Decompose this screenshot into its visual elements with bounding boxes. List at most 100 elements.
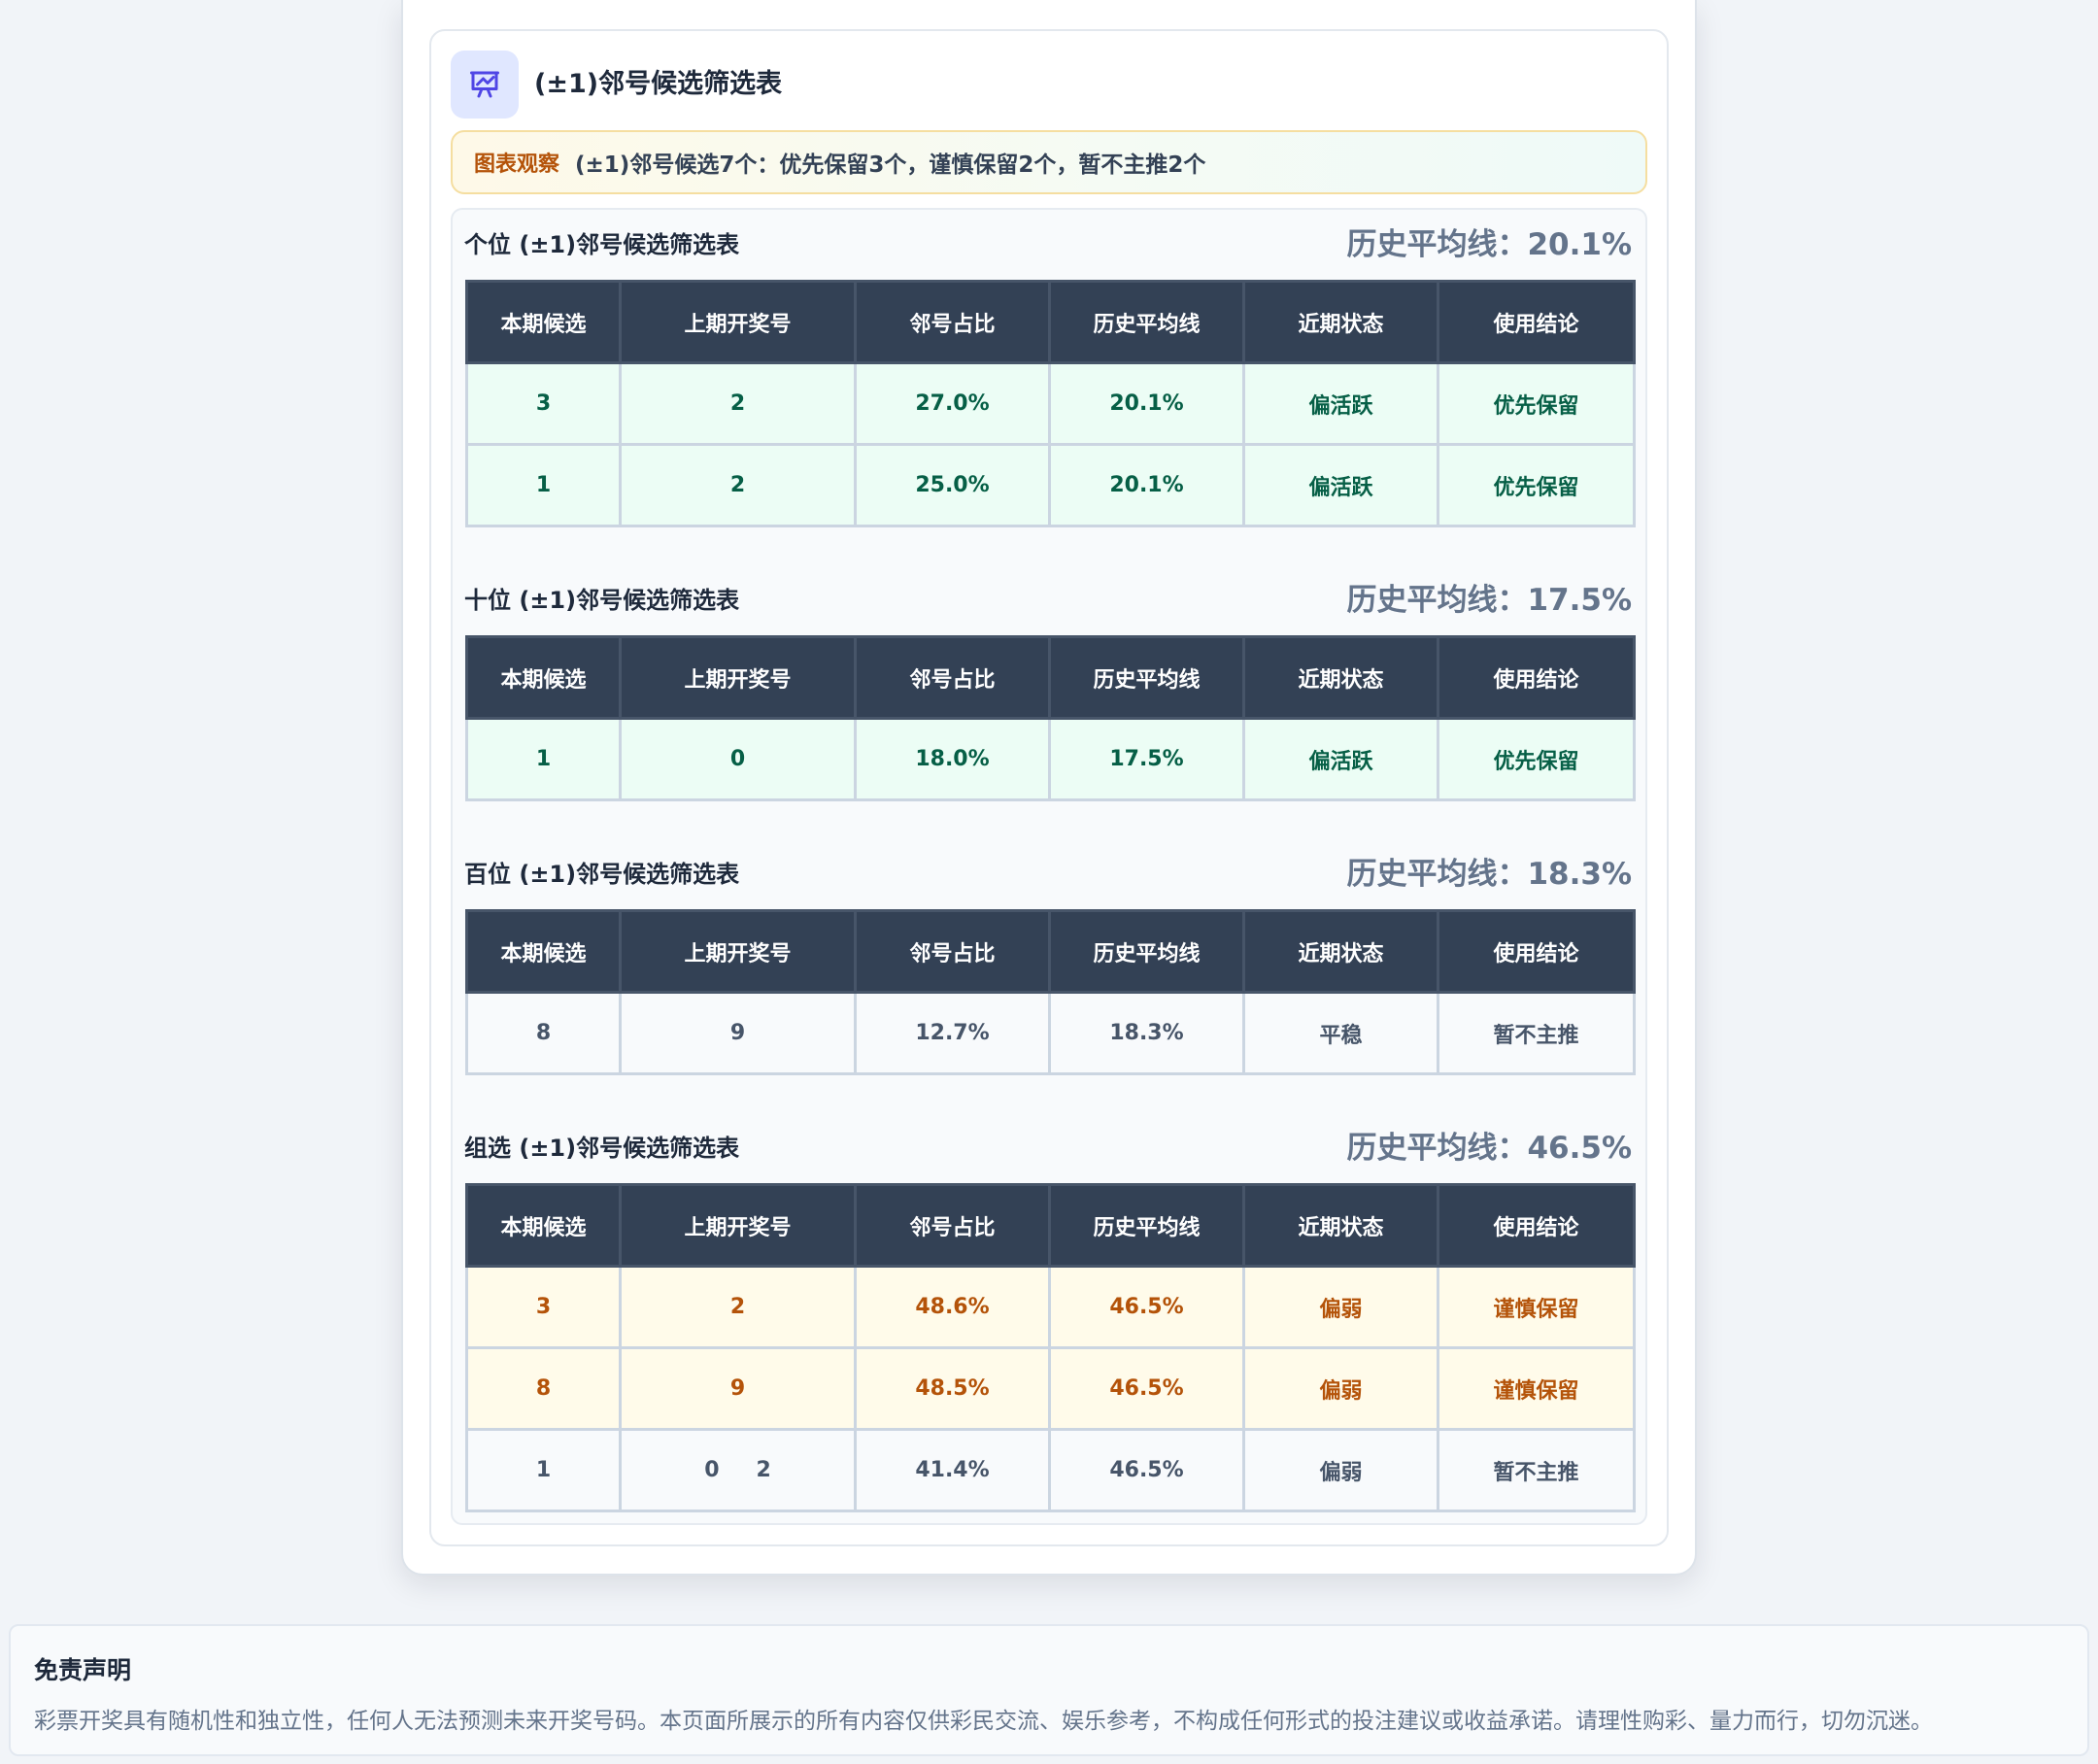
column-header: 本期候选: [465, 1183, 622, 1268]
cell-candidate: 8: [465, 1346, 622, 1431]
cell-ratio: 25.0%: [854, 443, 1051, 527]
column-header: 使用结论: [1437, 909, 1636, 994]
cell-conclusion: 优先保留: [1437, 361, 1636, 446]
chart-observation: 图表观察 (±1)邻号候选7个：优先保留3个，谨慎保留2个，暂不主推2个: [451, 130, 1647, 194]
table-row: 3 2 48.6% 46.5% 偏弱 谨慎保留: [465, 1265, 1636, 1349]
table-row: 8 9 48.5% 46.5% 偏弱 谨慎保留: [465, 1346, 1636, 1431]
table-row: 8 9 12.7% 18.3% 平稳 暂不主推: [465, 991, 1636, 1075]
column-header: 本期候选: [465, 909, 622, 994]
table-header-row: 本期候选 上期开奖号 邻号占比 历史平均线 近期状态 使用结论: [465, 1183, 1636, 1268]
cell-prev: 02: [619, 1428, 857, 1512]
disclaimer-panel: 免责声明 彩票开奖具有随机性和独立性，任何人无法预测未来开奖号码。本页面所展示的…: [9, 1624, 2089, 1756]
cell-candidate: 3: [465, 361, 622, 446]
previous-draw-number: 2: [756, 1458, 771, 1482]
column-header: 近期状态: [1242, 280, 1439, 364]
cell-prev: 2: [619, 443, 857, 527]
cell-avg: 20.1%: [1048, 443, 1245, 527]
cell-candidate: 3: [465, 1265, 622, 1349]
history-average-label: 历史平均线：17.5%: [1346, 583, 1632, 618]
observation-text: (±1)邻号候选7个：优先保留3个，谨慎保留2个，暂不主推2个: [575, 153, 1206, 178]
cell-avg: 18.3%: [1048, 991, 1245, 1075]
cell-status: 偏活跃: [1242, 361, 1439, 446]
section-title: 个位 (±1)邻号候选筛选表: [464, 231, 740, 258]
section-title: 十位 (±1)邻号候选筛选表: [464, 587, 740, 614]
cell-prev: 0: [619, 717, 857, 801]
column-header: 邻号占比: [854, 1183, 1051, 1268]
cell-conclusion: 优先保留: [1437, 443, 1636, 527]
table-header-row: 本期候选 上期开奖号 邻号占比 历史平均线 近期状态 使用结论: [465, 909, 1636, 994]
previous-draw-number: 0: [729, 747, 746, 771]
cell-avg: 17.5%: [1048, 717, 1245, 801]
previous-draw-number: 9: [729, 1021, 746, 1045]
previous-draw-number: 2: [729, 473, 746, 497]
cell-avg: 46.5%: [1048, 1265, 1245, 1349]
section-title: 百位 (±1)邻号候选筛选表: [464, 861, 740, 888]
column-header: 本期候选: [465, 280, 622, 364]
cell-ratio: 18.0%: [854, 717, 1051, 801]
neighbor-table: 本期候选 上期开奖号 邻号占比 历史平均线 近期状态 使用结论 1 0 18.0% 17.5% 偏活…: [465, 635, 1636, 801]
cell-status: 偏活跃: [1242, 443, 1439, 527]
neighbor-table: 本期候选 上期开奖号 邻号占比 历史平均线 近期状态 使用结论 3 2 27.0% 20.1% 偏活…: [465, 280, 1636, 527]
card-title: (±1)邻号候选筛选表: [534, 69, 783, 99]
table-header-row: 本期候选 上期开奖号 邻号占比 历史平均线 近期状态 使用结论: [465, 280, 1636, 364]
presentation-chart-icon: [451, 51, 519, 119]
column-header: 历史平均线: [1048, 1183, 1245, 1268]
column-header: 历史平均线: [1048, 280, 1245, 364]
column-header: 邻号占比: [854, 909, 1051, 994]
cell-conclusion: 优先保留: [1437, 717, 1636, 801]
cell-candidate: 1: [465, 1428, 622, 1512]
column-header: 历史平均线: [1048, 635, 1245, 720]
history-average-label: 历史平均线：18.3%: [1346, 857, 1632, 892]
cell-conclusion: 谨慎保留: [1437, 1346, 1636, 1431]
cell-status: 偏弱: [1242, 1346, 1439, 1431]
cell-ratio: 27.0%: [854, 361, 1051, 446]
previous-draw-number: 9: [729, 1376, 746, 1401]
column-header: 邻号占比: [854, 280, 1051, 364]
history-average-label: 历史平均线：20.1%: [1346, 227, 1632, 262]
cell-status: 偏弱: [1242, 1265, 1439, 1349]
cell-conclusion: 谨慎保留: [1437, 1265, 1636, 1349]
previous-draw-number: 2: [729, 391, 746, 416]
cell-avg: 20.1%: [1048, 361, 1245, 446]
column-header: 近期状态: [1242, 1183, 1439, 1268]
disclaimer-title: 免责声明: [34, 1656, 132, 1684]
history-average-label: 历史平均线：46.5%: [1346, 1131, 1632, 1166]
column-header: 本期候选: [465, 635, 622, 720]
cell-ratio: 48.5%: [854, 1346, 1051, 1431]
previous-draw-number: 0: [704, 1458, 720, 1482]
cell-prev: 2: [619, 361, 857, 446]
table-header-row: 本期候选 上期开奖号 邻号占比 历史平均线 近期状态 使用结论: [465, 635, 1636, 720]
column-header: 历史平均线: [1048, 909, 1245, 994]
table-row: 1 0 2 41.4% 46.5% 偏弱 暂不主推: [465, 1428, 1636, 1512]
cell-status: 偏活跃: [1242, 717, 1439, 801]
column-header: 上期开奖号: [619, 635, 857, 720]
cell-candidate: 1: [465, 443, 622, 527]
cell-status: 平稳: [1242, 991, 1439, 1075]
column-header: 近期状态: [1242, 635, 1439, 720]
column-header: 使用结论: [1437, 635, 1636, 720]
cell-prev: 9: [619, 1346, 857, 1431]
cell-prev: 2: [619, 1265, 857, 1349]
cell-avg: 46.5%: [1048, 1428, 1245, 1512]
table-row: 3 2 27.0% 20.1% 偏活跃 优先保留: [465, 361, 1636, 446]
column-header: 近期状态: [1242, 909, 1439, 994]
column-header: 上期开奖号: [619, 909, 857, 994]
neighbor-table: 本期候选 上期开奖号 邻号占比 历史平均线 近期状态 使用结论 3 2 48.6% 46.5% 偏弱…: [465, 1183, 1636, 1512]
table-row: 1 2 25.0% 20.1% 偏活跃 优先保留: [465, 443, 1636, 527]
cell-conclusion: 暂不主推: [1437, 991, 1636, 1075]
cell-status: 偏弱: [1242, 1428, 1439, 1512]
cell-conclusion: 暂不主推: [1437, 1428, 1636, 1512]
cell-ratio: 48.6%: [854, 1265, 1051, 1349]
cell-avg: 46.5%: [1048, 1346, 1245, 1431]
cell-candidate: 1: [465, 717, 622, 801]
cell-ratio: 12.7%: [854, 991, 1051, 1075]
cell-prev: 9: [619, 991, 857, 1075]
table-row: 1 0 18.0% 17.5% 偏活跃 优先保留: [465, 717, 1636, 801]
previous-draw-number: 2: [729, 1295, 746, 1319]
cell-candidate: 8: [465, 991, 622, 1075]
cell-ratio: 41.4%: [854, 1428, 1051, 1512]
observation-tag: 图表观察: [474, 153, 560, 177]
disclaimer-text: 彩票开奖具有随机性和独立性，任何人无法预测未来开奖号码。本页面所展示的所有内容仅…: [34, 1709, 1933, 1734]
column-header: 使用结论: [1437, 1183, 1636, 1268]
column-header: 上期开奖号: [619, 280, 857, 364]
